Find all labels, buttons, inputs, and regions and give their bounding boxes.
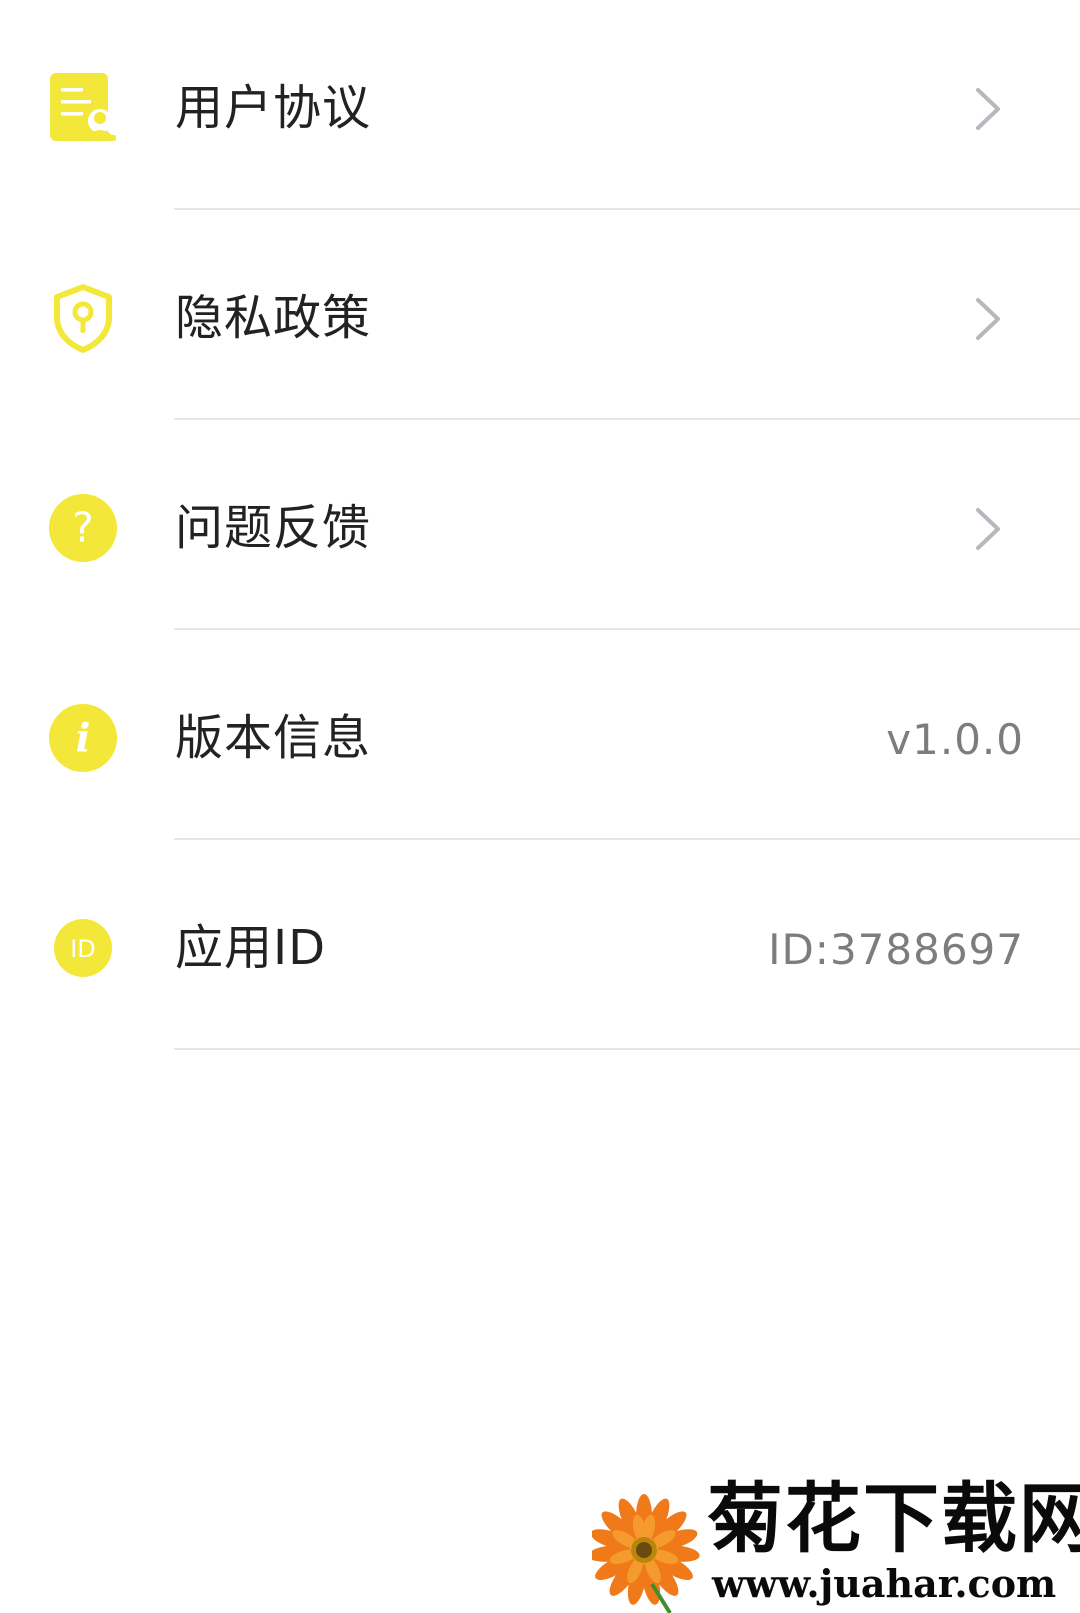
question-icon: ? <box>48 493 118 563</box>
menu-item-label: 问题反馈 <box>175 500 372 556</box>
id-glyph: ID <box>70 935 96 963</box>
info-glyph: i <box>76 716 91 762</box>
question-glyph: ? <box>72 504 94 552</box>
menu-item-version-info[interactable]: i 版本信息 v1.0.0 <box>0 630 1080 840</box>
menu-item-app-id[interactable]: ID 应用ID ID:3788697 <box>0 840 1080 1050</box>
user-agreement-icon <box>48 73 118 143</box>
info-icon: i <box>48 703 118 773</box>
watermark-url: www.juahar.com <box>712 1561 1057 1606</box>
settings-menu: 用户协议 隐私政策 ? 问题反馈 i 版本信息 v1.0.0 ID 应用ID I… <box>0 0 1080 1050</box>
settings-page: 用户协议 隐私政策 ? 问题反馈 i 版本信息 v1.0.0 ID 应用ID I… <box>0 0 1080 1613</box>
menu-item-label: 用户协议 <box>175 80 372 136</box>
chevron-right-icon <box>976 298 1000 340</box>
menu-item-feedback[interactable]: ? 问题反馈 <box>0 420 1080 630</box>
app-id-value: ID:3788697 <box>768 925 1024 974</box>
menu-item-privacy-policy[interactable]: 隐私政策 <box>0 210 1080 420</box>
menu-item-label: 应用ID <box>175 920 327 976</box>
flower-logo-icon <box>592 1494 700 1613</box>
chevron-right-icon <box>976 88 1000 130</box>
privacy-shield-icon <box>48 283 118 353</box>
app-id-icon: ID <box>48 913 118 983</box>
chevron-right-icon <box>976 508 1000 550</box>
divider <box>174 1048 1080 1050</box>
watermark-title: 菊花下载网 <box>707 1474 1080 1563</box>
version-value: v1.0.0 <box>886 715 1024 764</box>
menu-item-user-agreement[interactable]: 用户协议 <box>0 0 1080 210</box>
menu-item-label: 版本信息 <box>175 710 372 766</box>
menu-item-label: 隐私政策 <box>175 290 372 346</box>
watermark: 菊花下载网 www.juahar.com <box>592 1478 1080 1613</box>
